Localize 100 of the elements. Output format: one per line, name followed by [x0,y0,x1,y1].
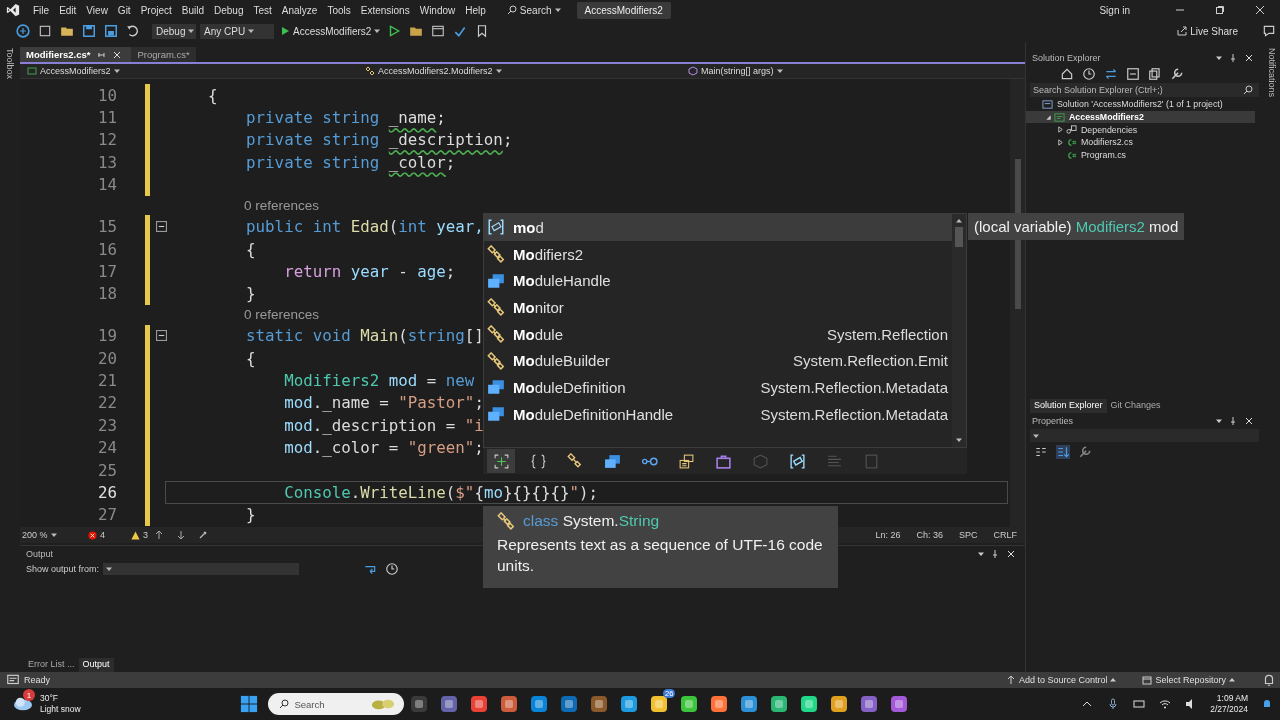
completion-item[interactable]: Modifiers2 [484,240,952,268]
collapse-arrow-icon[interactable] [1044,113,1052,121]
check-icon[interactable] [453,24,468,38]
navigate-back-icon[interactable] [16,24,30,38]
home-icon[interactable] [1060,67,1074,81]
member-dropdown[interactable]: Main(string[] args) [681,64,1009,78]
tree-item[interactable]: Solution 'AccessModifiers2' (1 of 1 project) [1026,98,1255,111]
start-debugging-button[interactable]: AccessModifiers2 [280,25,384,37]
taskbar-search-field[interactable]: Search [268,693,405,715]
pin-icon[interactable] [1228,415,1238,426]
notification-bell-icon[interactable] [1261,698,1273,710]
tree-item[interactable]: Modifiers2.cs [1026,136,1255,149]
menu-item[interactable]: Window [414,4,461,16]
expand-arrow-icon[interactable] [1056,138,1064,146]
project-dropdown[interactable]: AccessModifiers2 [20,64,358,78]
task-view-icon[interactable] [409,694,430,714]
save-all-icon[interactable] [104,24,118,38]
up-arrow-icon[interactable] [154,530,165,540]
collapse-icon[interactable] [156,330,167,342]
wifi-icon[interactable] [1159,698,1172,710]
menu-item[interactable]: Project [135,4,177,16]
microphone-icon[interactable] [1107,698,1120,710]
code-lens-reference-count[interactable]: 0 references [244,307,320,323]
close-icon[interactable] [1255,5,1265,15]
sign-in-link[interactable]: Sign in [1099,4,1130,16]
close-icon[interactable] [1006,548,1016,559]
close-icon[interactable] [112,49,123,60]
warning-count[interactable]: 3 [131,530,149,540]
live-share-button[interactable]: Live Share [1174,25,1238,37]
clock-time[interactable]: 1:09 AM [1216,693,1248,704]
zoom-dropdown[interactable]: 200 % [22,530,62,540]
save-icon[interactable] [82,24,96,38]
tree-item[interactable]: Dependencies [1026,123,1255,137]
whitespace-indicator[interactable]: SPC [950,530,986,540]
error-count[interactable]: 4 [88,530,105,540]
scroll-down-icon[interactable] [955,436,963,444]
panel-tab[interactable]: Error List ... [24,658,79,672]
menu-item[interactable]: Extensions [355,4,415,16]
feedback-icon[interactable] [1262,24,1276,38]
menu-item[interactable]: Help [460,4,491,16]
pin-icon[interactable] [1228,52,1238,63]
pin-icon[interactable] [990,548,1000,559]
brush-icon[interactable] [198,530,209,540]
search-menu[interactable]: Search [498,4,569,16]
menu-item[interactable]: Test [248,4,277,16]
code-lens-reference-count[interactable]: 0 references [244,198,320,214]
start-button-icon[interactable] [240,695,259,713]
snippet-filter-button[interactable] [487,449,515,473]
close-icon[interactable] [1244,52,1254,63]
document-tab[interactable]: Program.cs* [131,47,196,62]
search-field[interactable]: Search Solution Explorer (Ctrl+;) [1030,83,1259,97]
new-item-icon[interactable] [38,24,52,38]
completion-item[interactable]: ModuleHandle [484,267,952,295]
undo-icon[interactable] [126,24,140,38]
copy-icon[interactable] [1148,67,1162,81]
configuration-dropdown[interactable]: Debug [152,23,196,39]
menu-item[interactable]: File [28,4,55,16]
add-to-source-control-button[interactable]: Add to Source Control [1002,675,1120,685]
line-indicator[interactable]: Ln: 26 [867,530,909,540]
down-arrow-icon[interactable] [176,530,187,540]
cloud-icon[interactable] [12,695,34,713]
wrench-icon[interactable] [1078,445,1092,459]
menu-item[interactable]: Edit [54,4,82,16]
history-icon[interactable] [1082,67,1096,81]
completion-item[interactable]: ModuleBuilder System.Reflection.Emit [484,347,952,375]
wrench-icon[interactable] [1170,67,1184,81]
clock-date[interactable]: 2/27/2024 [1210,704,1248,715]
completion-item[interactable]: ModuleDefinitionHandle System.Reflection.Metadata [484,400,952,428]
line-ending-indicator[interactable]: CRLF [985,530,1025,540]
completion-item[interactable]: Module System.Reflection [484,320,952,348]
menu-item[interactable]: View [81,4,113,16]
menu-item[interactable]: Tools [322,4,356,16]
restore-icon[interactable] [1215,5,1225,15]
window-icon[interactable] [431,24,446,38]
tree-item[interactable]: AccessModifiers2 [1026,110,1255,124]
tree-item[interactable]: Program.cs [1026,148,1255,162]
toolbox-tab[interactable]: Toolbox [5,48,15,80]
close-icon[interactable] [1244,415,1254,426]
menu-item[interactable]: Debug [209,4,249,16]
column-indicator[interactable]: Ch: 36 [908,530,951,540]
document-tab[interactable]: Modifiers2.cs* [20,47,132,62]
panel-tab[interactable]: Solution Explorer [1030,399,1107,413]
type-dropdown[interactable]: AccessModifiers2.Modifiers2 [358,64,681,78]
chat-app-icon[interactable] [439,694,460,714]
start-without-debugging-icon[interactable] [387,24,402,38]
platform-dropdown[interactable]: Any CPU [200,23,274,39]
menu-item[interactable]: Analyze [276,4,323,16]
collapse-icon[interactable] [156,221,167,233]
collapse-all-icon[interactable] [1126,67,1140,81]
completion-item[interactable]: Monitor [484,294,952,321]
clock-icon[interactable] [385,562,400,576]
expand-arrow-icon[interactable] [1056,126,1064,134]
sync-icon[interactable] [1104,67,1118,81]
completion-item[interactable]: ModuleDefinition System.Reflection.Metadata [484,374,952,401]
select-repository-button[interactable]: Select Repository [1139,675,1238,685]
scroll-up-icon[interactable] [955,217,963,225]
menu-item[interactable]: Build [176,4,209,16]
completion-item[interactable]: mod [484,214,952,241]
panel-tab[interactable]: Git Changes [1106,399,1165,413]
scrollbar-thumb[interactable] [955,227,963,247]
